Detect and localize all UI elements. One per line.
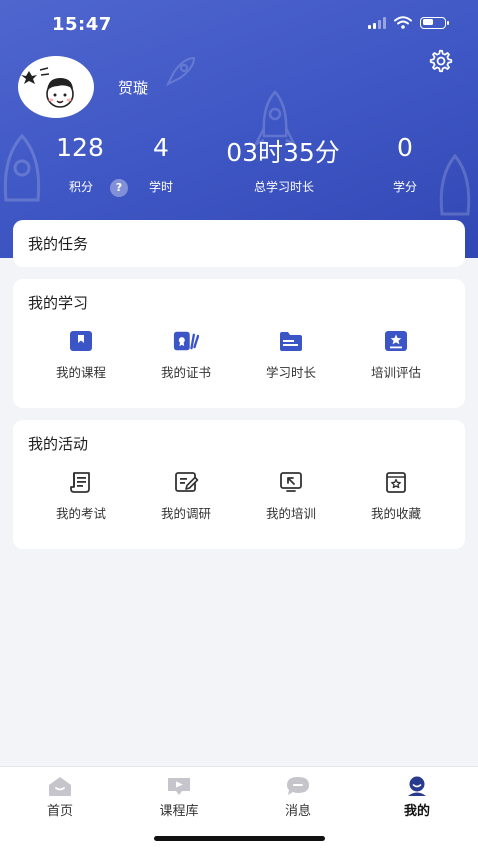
my-favorites-label: 我的收藏 <box>370 506 421 521</box>
favorites-icon <box>386 472 406 493</box>
my-surveys-label: 我的调研 <box>160 506 211 521</box>
tab-course-library-label: 课程库 <box>159 804 199 819</box>
my-courses-label: 我的课程 <box>55 365 106 380</box>
tasks-card[interactable]: 我的任务 <box>13 220 465 267</box>
course-library-icon <box>168 778 190 795</box>
exam-icon <box>70 472 90 493</box>
status-icons <box>368 16 449 29</box>
tasks-title: 我的任务 <box>28 235 89 253</box>
battery-icon <box>420 16 449 29</box>
my-exams-button[interactable]: 我的考试 <box>31 470 131 522</box>
study-hours-value: 4 <box>153 133 169 162</box>
tab-home-label: 首页 <box>46 804 73 819</box>
home-icon <box>49 777 71 796</box>
avatar-illustration-icon <box>21 67 74 108</box>
tab-profile-label: 我的 <box>403 804 430 819</box>
study-duration-button[interactable]: 学习时长 <box>241 329 341 381</box>
folder-icon <box>280 332 302 351</box>
study-duration-label: 学习时长 <box>265 365 316 380</box>
my-certificates-label: 我的证书 <box>160 365 211 380</box>
evaluation-icon <box>385 331 407 351</box>
message-icon <box>287 777 309 795</box>
activity-title: 我的活动 <box>28 435 89 453</box>
course-icon <box>70 331 92 351</box>
username: 贺璇 <box>118 79 149 97</box>
my-training-button[interactable]: 我的培训 <box>241 470 341 522</box>
avatar[interactable] <box>18 56 94 118</box>
my-exams-label: 我的考试 <box>55 506 106 521</box>
tab-messages-label: 消息 <box>284 804 311 819</box>
total-study-time-value: 03时35分 <box>226 138 340 167</box>
training-evaluation-button[interactable]: 培训评估 <box>346 329 446 381</box>
activity-card: 我的活动 我的考试 我的调研 我的培训 我的收藏 <box>13 420 465 549</box>
my-courses-button[interactable]: 我的课程 <box>31 329 131 381</box>
gear-icon[interactable] <box>428 48 454 74</box>
my-favorites-button[interactable]: 我的收藏 <box>346 470 446 522</box>
wifi-icon <box>394 16 412 29</box>
training-icon <box>280 472 302 492</box>
tab-messages[interactable]: 消息 <box>248 775 348 819</box>
my-training-label: 我的培训 <box>265 506 316 521</box>
study-title: 我的学习 <box>28 294 89 312</box>
my-surveys-button[interactable]: 我的调研 <box>136 470 236 522</box>
home-indicator <box>154 836 325 841</box>
credits-label: 学分 <box>392 180 417 194</box>
survey-icon <box>175 472 199 492</box>
training-evaluation-label: 培训评估 <box>370 365 421 380</box>
study-card: 我的学习 我的课程 我的证书 学习时长 培训评估 <box>13 279 465 408</box>
status-time: 15:47 <box>52 14 112 35</box>
rocket-decoration-icon <box>165 56 196 87</box>
status-bar: 15:47 <box>0 0 478 50</box>
signal-icon <box>368 16 386 29</box>
total-study-time-label: 总学习时长 <box>253 180 314 194</box>
my-certificates-button[interactable]: 我的证书 <box>136 329 236 381</box>
study-hours-label: 学时 <box>148 180 173 194</box>
tab-course-library[interactable]: 课程库 <box>129 775 229 819</box>
tab-home[interactable]: 首页 <box>10 775 110 819</box>
tab-profile[interactable]: 我的 <box>367 775 467 819</box>
certificate-icon <box>173 331 199 351</box>
credits-value: 0 <box>397 133 413 162</box>
profile-icon <box>408 776 426 796</box>
